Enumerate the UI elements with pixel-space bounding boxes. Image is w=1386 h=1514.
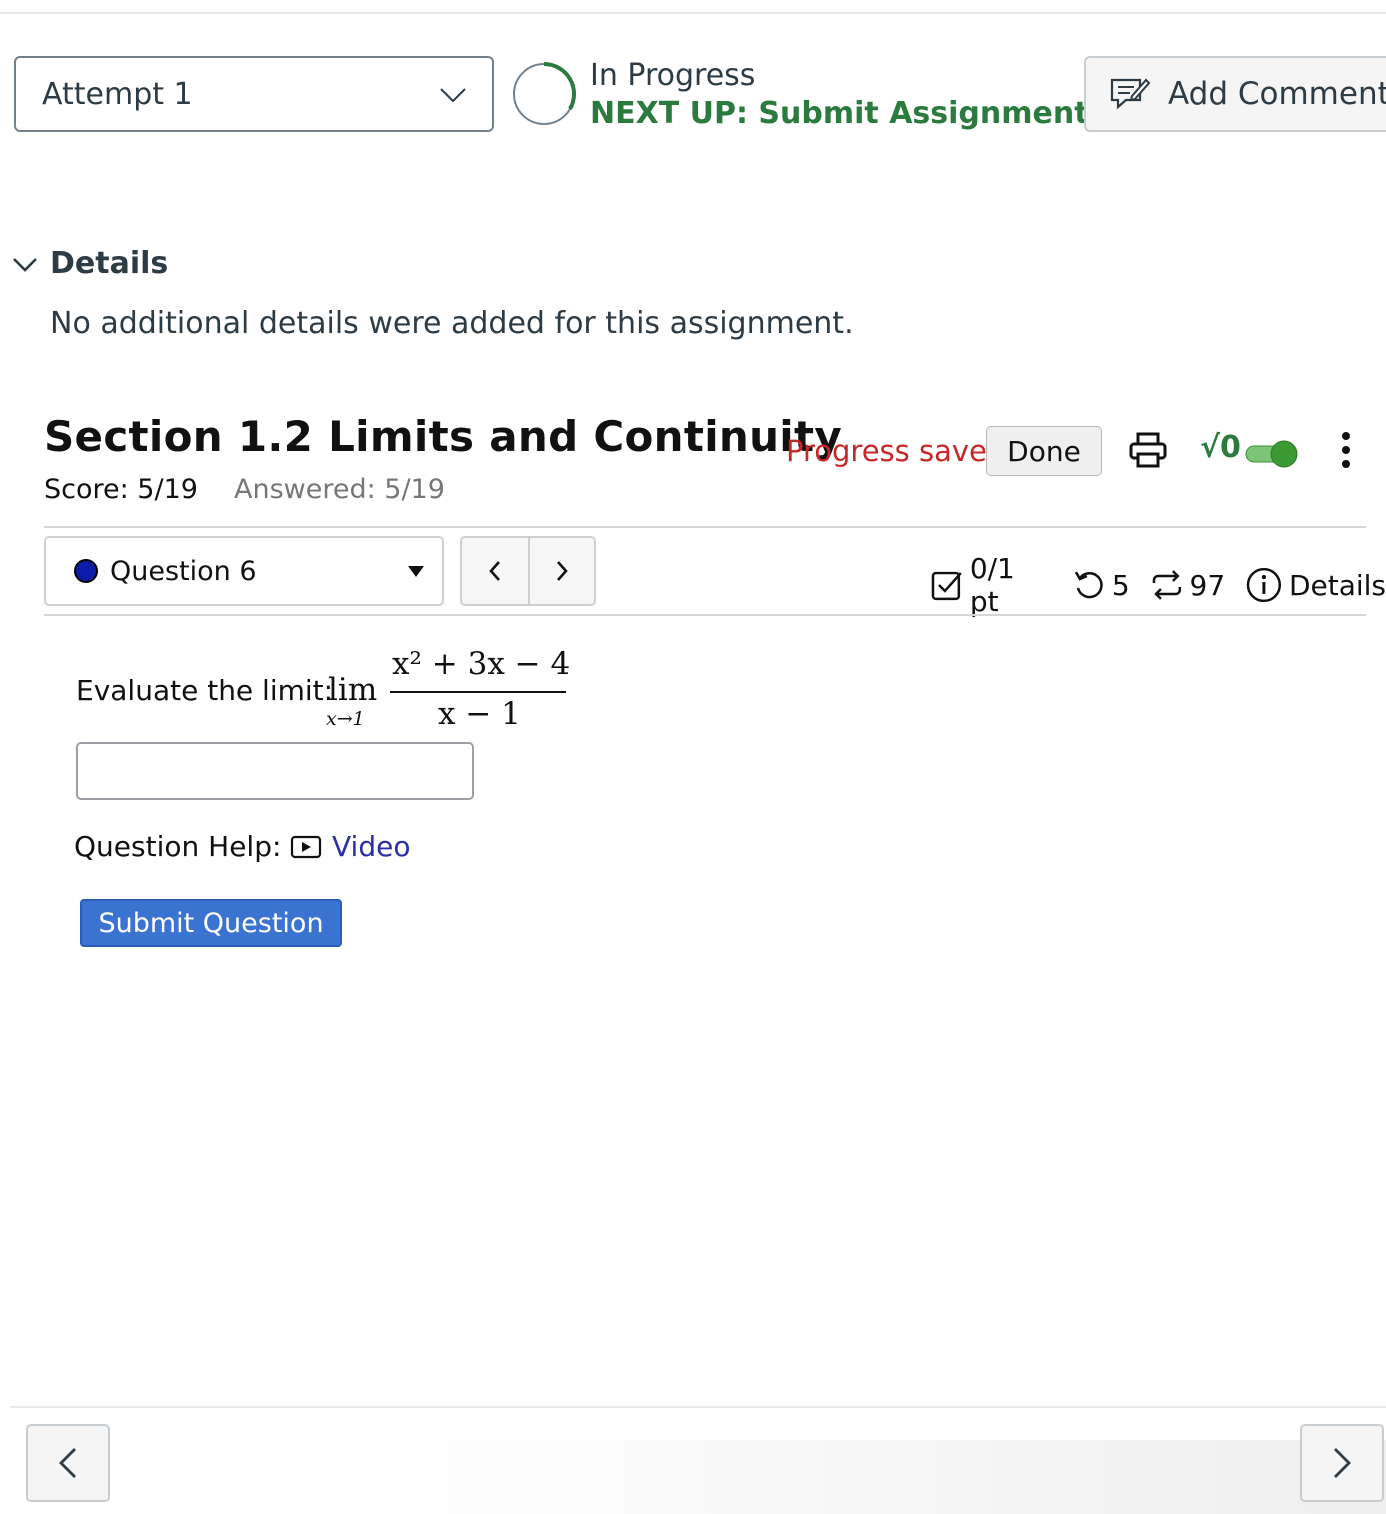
video-icon — [290, 835, 322, 858]
question-meta: 0/1 pt 5 97 Details — [930, 552, 1386, 618]
chevron-right-icon — [557, 561, 568, 581]
info-icon[interactable] — [1245, 566, 1283, 604]
kebab-menu-icon[interactable] — [1334, 430, 1358, 470]
fraction-numerator: x² + 3x − 4 — [392, 646, 571, 682]
question-help-label: Question Help: — [74, 830, 282, 863]
previous-page-button[interactable] — [26, 1424, 110, 1502]
question-prompt: Evaluate the limit: — [76, 674, 334, 707]
video-help-link[interactable]: Video — [290, 830, 410, 863]
caret-down-icon — [408, 566, 424, 577]
details-toggle-label: Details — [50, 246, 169, 281]
checkbox-icon — [931, 571, 962, 601]
fraction-denominator: x − 1 — [438, 696, 521, 732]
video-help-label: Video — [332, 830, 411, 863]
math-entry-toggle-label: √0 — [1200, 430, 1241, 465]
answered-label: Answered: 5/19 — [234, 474, 445, 505]
retry-icon — [1074, 571, 1103, 599]
progress-status-label: In Progress — [590, 58, 756, 93]
comment-icon — [1110, 78, 1151, 110]
next-up-link[interactable]: NEXT UP: Submit Assignment — [590, 96, 1089, 131]
assignment-title: Section 1.2 Limits and Continuity — [44, 412, 843, 461]
question-status-dot — [74, 559, 98, 583]
footer-divider — [10, 1406, 1386, 1408]
score-label: Score: 5/19 — [44, 474, 198, 505]
add-comment-button[interactable]: Add Comment — [1084, 56, 1386, 132]
chevron-left-icon — [59, 1448, 76, 1478]
attempts-count: 97 — [1189, 568, 1226, 602]
question-select-value: Question 6 — [110, 555, 257, 587]
next-page-button[interactable] — [1300, 1424, 1384, 1502]
done-button[interactable]: Done — [986, 426, 1102, 476]
limit-expression: lim x→1 x² + 3x − 4 x − 1 — [326, 646, 586, 736]
details-toggle[interactable]: Details — [12, 246, 168, 281]
chevron-left-icon — [489, 561, 500, 581]
chevron-down-icon — [440, 88, 466, 103]
fraction-bar — [390, 691, 566, 693]
question-divider — [44, 614, 1366, 616]
math-entry-toggle[interactable] — [1244, 440, 1300, 468]
header-divider — [44, 526, 1366, 528]
progress-ring-icon — [513, 62, 576, 125]
question-select[interactable]: Question 6 — [44, 536, 444, 606]
attempt-select[interactable]: Attempt 1 — [14, 56, 494, 132]
next-question-button[interactable] — [527, 538, 594, 604]
attempts-icon — [1152, 570, 1181, 600]
add-comment-label: Add Comment — [1168, 76, 1386, 112]
progress-saved-status: Progress saved — [786, 434, 1006, 468]
answer-input[interactable] — [76, 742, 474, 800]
print-icon[interactable] — [1128, 430, 1168, 470]
limit-subscript: x→1 — [326, 708, 365, 730]
limit-operator: lim — [328, 672, 378, 708]
chevron-down-icon — [13, 257, 37, 272]
submit-question-button[interactable]: Submit Question — [80, 899, 342, 947]
top-divider — [0, 12, 1386, 14]
question-nav — [460, 536, 596, 606]
chevron-right-icon — [1334, 1448, 1351, 1478]
attempt-select-value: Attempt 1 — [42, 76, 193, 112]
details-text: No additional details were added for thi… — [50, 306, 854, 341]
question-points: 0/1 pt — [969, 552, 1015, 618]
previous-question-button[interactable] — [462, 538, 528, 604]
footer-shade — [360, 1440, 1386, 1514]
question-details-link[interactable]: Details — [1289, 569, 1386, 602]
retries-count: 5 — [1111, 568, 1130, 602]
